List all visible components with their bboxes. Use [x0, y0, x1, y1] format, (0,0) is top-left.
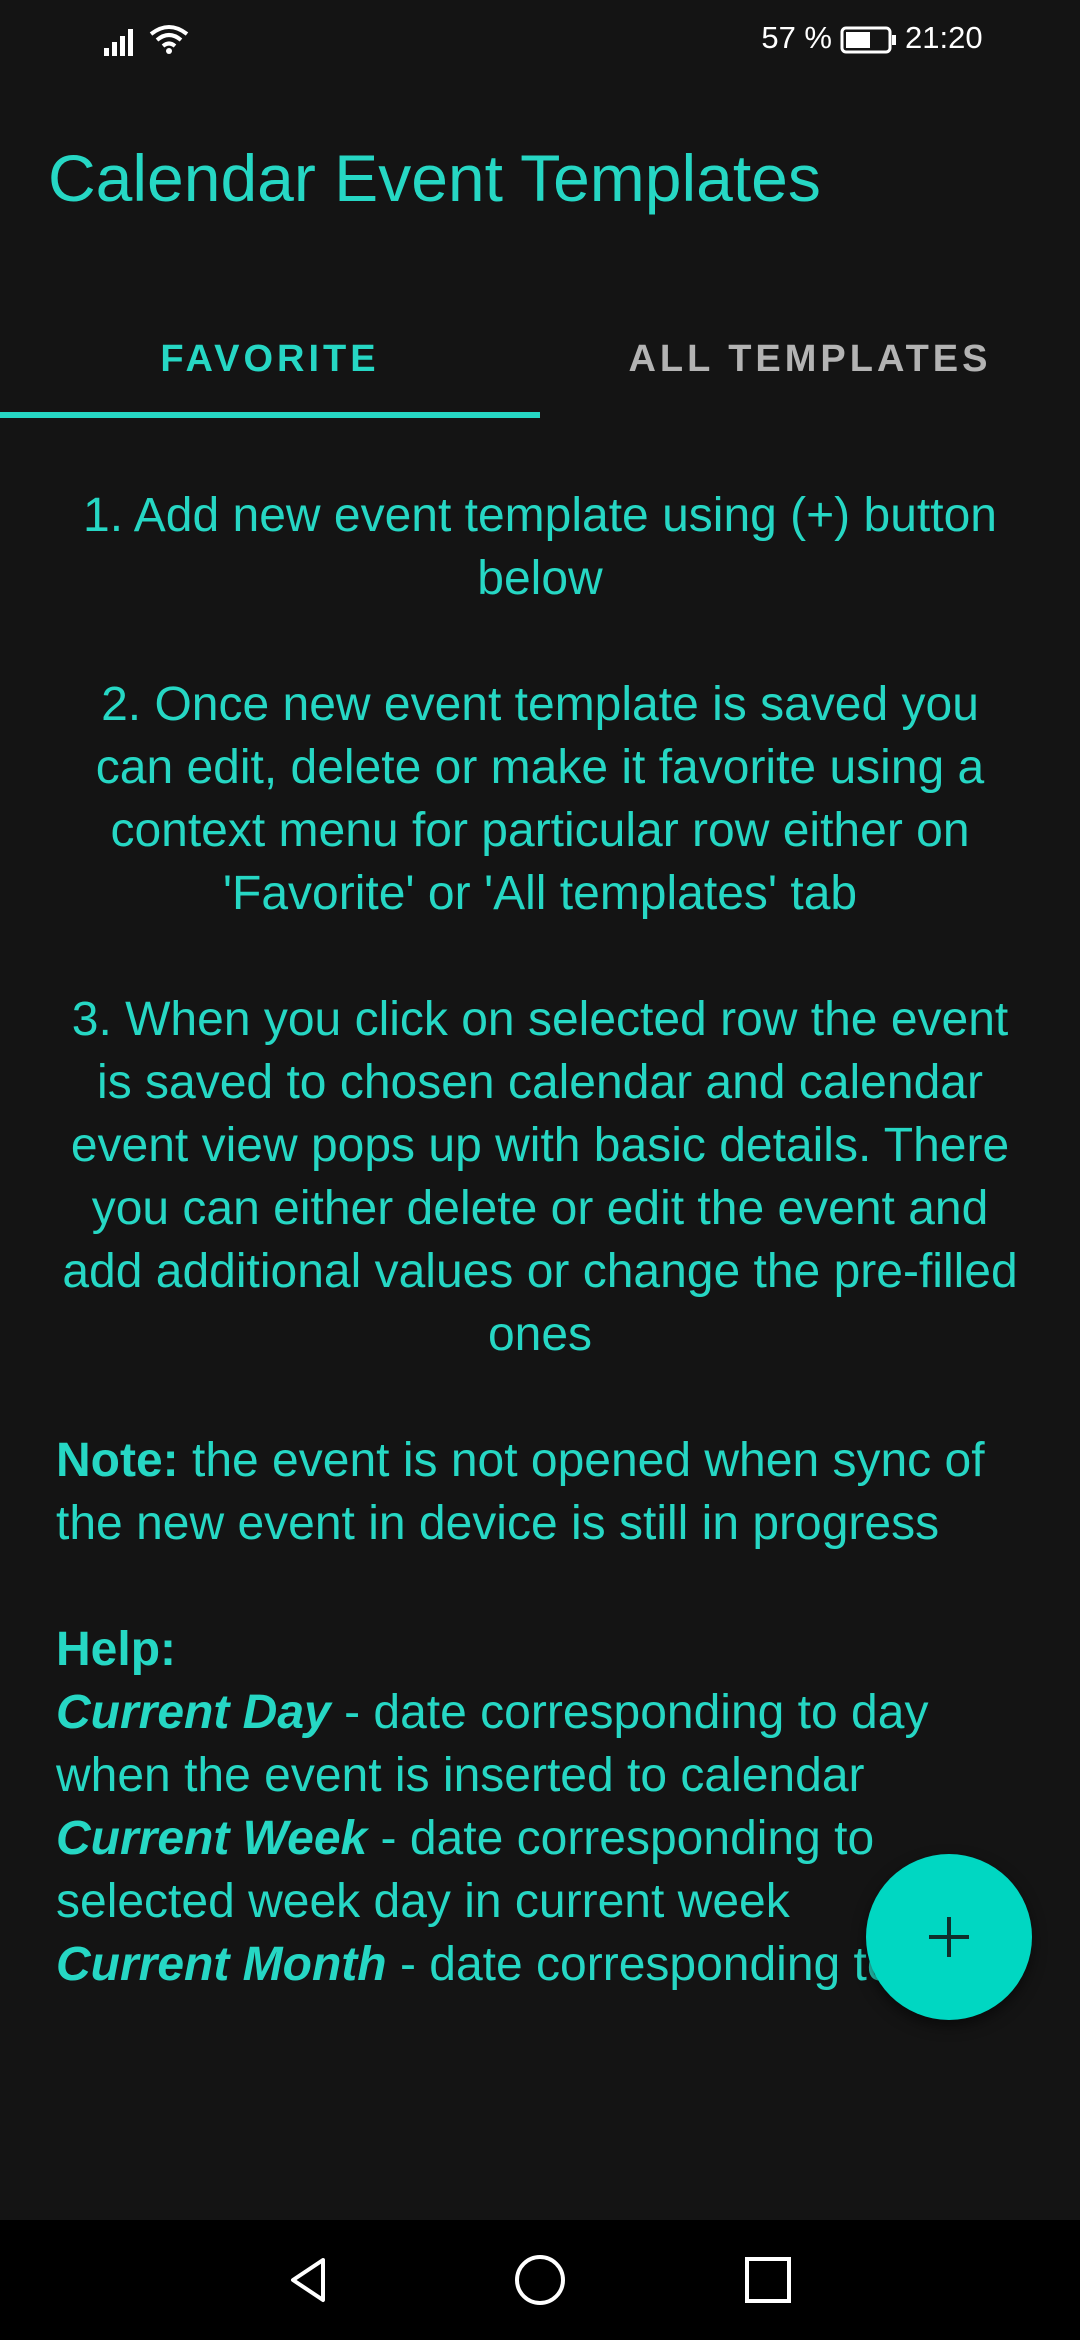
plus-icon — [929, 1917, 969, 1957]
note-label: Note: — [56, 1434, 179, 1487]
help-content[interactable]: 1. Add new event template using (+) butt… — [0, 418, 1080, 2058]
clock: 21:20 — [905, 20, 983, 55]
status-bar: 57 % 21:20 — [0, 0, 1080, 80]
add-template-button[interactable] — [866, 1854, 1032, 2020]
help-term: Current Week — [56, 1812, 368, 1865]
navigation-bar — [0, 2220, 1080, 2340]
help-term: Current Day — [56, 1686, 331, 1739]
help-label: Help: — [56, 1623, 176, 1676]
instruction-step-1: 1. Add new event template using (+) butt… — [83, 489, 997, 605]
help-content-inner: 1. Add new event template using (+) butt… — [56, 484, 1024, 2054]
help-term: Current Month — [56, 1938, 387, 1991]
home-button[interactable] — [500, 2240, 580, 2320]
screen: 57 % 21:20 Calendar Event Templates FAVO… — [0, 0, 1080, 2340]
note-paragraph: Note: the event is not opened when sync … — [56, 1429, 1024, 1555]
back-icon — [291, 2258, 325, 2302]
battery-icon — [840, 26, 896, 54]
instruction-step-3: 3. When you click on selected row the ev… — [62, 993, 1018, 1361]
recents-button[interactable] — [728, 2240, 808, 2320]
help-item-current-day: Current Day - date corresponding to day … — [56, 1681, 1024, 1807]
recents-icon — [745, 2257, 791, 2303]
app-title: Calendar Event Templates — [48, 141, 821, 215]
battery-percentage: 57 % — [761, 20, 832, 55]
tab-all-templates[interactable]: ALL TEMPLATES — [540, 300, 1080, 418]
help-desc: - date corresponding to — [386, 1938, 894, 1991]
signal-icon — [104, 29, 133, 56]
note-text: the event is not opened when sync of the… — [56, 1434, 985, 1550]
wifi-icon — [149, 25, 189, 54]
tab-bar: FAVORITE ALL TEMPLATES — [0, 300, 1080, 418]
back-button[interactable] — [268, 2240, 348, 2320]
tab-favorite[interactable]: FAVORITE — [0, 300, 540, 418]
instruction-step-2: 2. Once new event template is saved you … — [95, 678, 985, 920]
home-icon — [515, 2255, 565, 2305]
